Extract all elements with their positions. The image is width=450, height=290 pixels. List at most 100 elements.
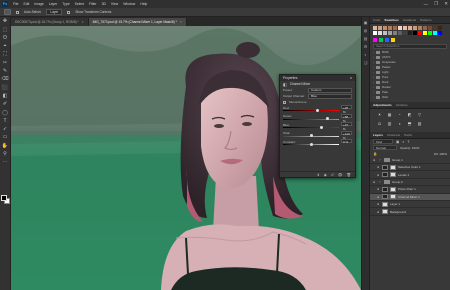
history-icon[interactable]: ▣ [363,20,368,25]
visibility-eye-icon[interactable]: ● [376,195,380,199]
channel-slider[interactable]: Blue: +37 % [280,122,355,131]
visibility-eye-icon[interactable]: ● [376,210,380,214]
crop-tool-icon[interactable]: ⛶ [2,51,9,58]
panel-menu-icon[interactable]: ≡ [350,76,352,80]
slider-value-field[interactable]: +58 % [341,113,352,123]
swatch[interactable] [373,26,378,30]
panel-tab-libraries[interactable]: Libraries [396,103,408,107]
layer-mask-thumbnail[interactable] [390,186,396,192]
slider-track[interactable] [283,110,339,112]
slider-value-field[interactable]: +25 % [341,105,352,114]
slider-track[interactable] [283,118,339,120]
pen-tool-icon[interactable]: ✐ [2,101,9,108]
hand-tool-icon[interactable]: ✋ [2,143,9,150]
layer-row[interactable]: ● › Group 2 [370,179,450,187]
adjust-icon[interactable]: ◐ [363,52,368,57]
visibility-eye-icon[interactable]: ● [376,165,380,169]
filter-type-icon[interactable]: T [407,140,409,144]
slice-tool-icon[interactable]: ✂ [2,60,9,67]
auto-select-checkbox[interactable] [16,10,19,14]
panel-tab-patterns[interactable]: Patterns [420,18,432,22]
layer-row[interactable]: ● Layer 1 [370,201,450,209]
slider-track[interactable] [283,127,339,129]
layer-kind-filter[interactable]: Kind [373,139,393,145]
zoom-tool-icon[interactable]: ⚲ [2,151,9,158]
swatch[interactable] [437,30,443,35]
panel-tab-paths[interactable]: Paths [404,133,412,137]
clip-to-layer-icon[interactable]: ⬇ [317,173,320,177]
close-icon[interactable]: ✕ [444,1,448,7]
disclosure-icon[interactable]: › [373,80,374,84]
gradient-tool-icon[interactable]: ◧ [2,93,9,100]
swatch[interactable] [412,30,418,35]
opacity-label[interactable]: Opacity: 100% [400,146,420,150]
lock-icon[interactable]: 🔒 [373,152,377,156]
disclosure-icon[interactable]: › [373,60,374,64]
swatch[interactable] [377,30,383,35]
color-icon[interactable]: ◍ [363,28,368,33]
swatch[interactable] [382,26,388,30]
panel-tab-color[interactable]: Color [373,18,380,22]
menu-window[interactable]: Window [123,2,135,6]
transform-controls-checkbox[interactable] [67,10,71,14]
layer-mask-thumbnail[interactable] [390,194,396,200]
swatch[interactable] [402,30,408,35]
channel-slider[interactable]: Total: +120 % [280,130,355,140]
foreground-color-swatch[interactable] [1,195,7,201]
panel-tab-adjustments[interactable]: Adjustments [373,103,392,107]
marquee-tool-icon[interactable]: ⬚ [2,27,9,34]
filter-adjust-icon[interactable]: ◐ [402,140,404,144]
eraser-tool-icon[interactable]: ⌫ [1,76,8,83]
settings-icon[interactable]: ⚙ [363,44,368,49]
minimize-icon[interactable]: — [424,2,429,7]
swatch[interactable] [385,37,389,42]
document-tab[interactable]: DSC00573.psd @ 16.7% (Group 1, RGB/8) * × [11,18,89,26]
layer-row[interactable]: ● Channel Mixer 1 [370,193,450,201]
more-tool-icon[interactable]: ⋯ [2,159,9,166]
move-tool-icon[interactable]: ✥ [2,18,9,25]
layer-row[interactable]: ● Background [370,208,450,216]
visibility-eye-icon[interactable]: ● [376,187,380,191]
eyedropper-tool-icon[interactable]: ✎ [2,68,9,75]
slider-thumb[interactable] [316,108,320,112]
layers-icon[interactable]: ❏ [363,60,368,65]
close-tab-icon[interactable]: × [82,20,84,24]
fill-tool-icon[interactable]: ⬛ [2,85,9,92]
exposure-icon[interactable]: ◩ [406,112,413,118]
swatch[interactable] [392,30,398,35]
menu-file[interactable]: File [13,2,18,6]
layer-row[interactable]: ● Selective Color 1 [370,164,450,172]
filter-pixel-icon[interactable]: ▣ [396,140,399,144]
auto-select-dropdown[interactable]: Layer [46,9,63,15]
disclosure-icon[interactable]: › [373,75,374,79]
path-select-tool-icon[interactable]: ➶ [2,126,9,133]
gradient-map-icon[interactable]: ▨ [416,121,423,127]
swatch[interactable] [392,26,398,30]
delete-icon[interactable]: 🗑 [346,173,351,177]
channel-mixer-icon[interactable]: ⬒ [406,121,413,127]
disclosure-icon[interactable]: › [373,50,374,54]
color-swatches[interactable] [1,195,10,204]
slider-thumb[interactable] [309,142,313,146]
disclosure-icon[interactable]: › [373,65,374,69]
disclosure-icon[interactable]: › [378,158,382,162]
swatch[interactable] [407,26,413,30]
swatch[interactable] [422,26,428,30]
panel-tab-gradients[interactable]: Gradients [403,18,416,22]
disclosure-icon[interactable]: › [378,180,382,184]
swatch[interactable] [397,30,403,35]
slider-thumb[interactable] [319,125,323,129]
menu-select[interactable]: Select [75,2,84,6]
visibility-eye-icon[interactable]: ● [372,158,376,162]
disclosure-icon[interactable]: › [373,90,374,94]
properties-panel[interactable]: Properties ≡ ◧ Channel Mixer Preset: Cus… [279,74,356,178]
swatch[interactable] [432,26,438,30]
properties-icon[interactable]: ▤ [363,36,368,41]
quick-select-tool-icon[interactable]: ⌖ [2,43,9,50]
menu-3d[interactable]: 3D [102,2,106,6]
swatch[interactable] [402,26,408,30]
output-channel-dropdown[interactable]: Blue [308,93,352,99]
blend-mode-dropdown[interactable]: Normal [373,145,397,151]
channel-slider[interactable]: Red: +25 % [280,105,355,114]
disclosure-icon[interactable]: › [373,55,374,59]
